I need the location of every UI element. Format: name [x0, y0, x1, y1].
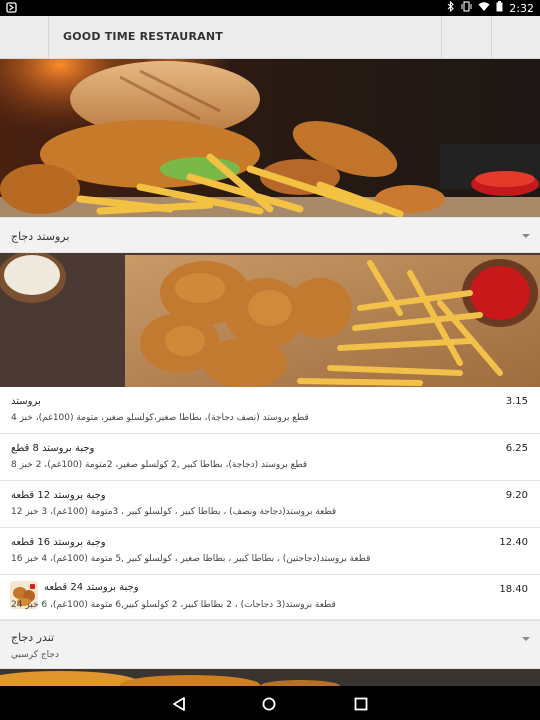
app-title: GOOD TIME RESTAURANT [63, 30, 223, 43]
item-name: وجبة بروستد 8 قطع [11, 443, 95, 454]
chevron-down-icon[interactable] [522, 234, 530, 238]
menu-item[interactable]: بروستد قطع بروستد (نصف دجاجة)، بطاطا صغي… [0, 387, 540, 434]
menu-item[interactable]: وجبة بروستد 8 قطع قطع بروستد (دجاجة)، بط… [0, 434, 540, 481]
app-bar-action-slot[interactable] [492, 16, 540, 59]
item-name: بروستد [11, 396, 41, 407]
status-bar: 2:32 [0, 0, 540, 16]
category-title: بروستد دجاج [11, 230, 70, 243]
item-price: 9.20 [505, 490, 528, 501]
back-icon[interactable] [172, 696, 186, 715]
wifi-icon [478, 1, 490, 15]
chevron-down-icon[interactable] [522, 637, 530, 641]
navigation-bar [0, 686, 540, 720]
app-bar-action-slot[interactable] [442, 16, 491, 59]
item-price: 18.40 [499, 584, 528, 595]
restaurant-hero-image [0, 59, 540, 217]
item-name: وجبة بروستد 12 قطعة [11, 490, 106, 501]
menu-item[interactable]: وجبة بروستد 24 قطعه قطعة بروستد(3 دجاجات… [0, 575, 540, 620]
battery-icon [496, 1, 503, 15]
category-header-broasted[interactable]: بروستد دجاج [0, 217, 540, 253]
item-description: قطعة بروستد(دجاجتين) ، بطاطا كبير ، بطاط… [11, 554, 371, 564]
vibrate-icon [461, 1, 472, 15]
item-name: وجبة بروستد 24 قطعه [44, 582, 139, 593]
app-bar-divider [48, 16, 49, 59]
item-description: قطعة بروستد(دجاجة ونصف) ، بطاطا كبير ، ك… [11, 507, 337, 517]
item-description: قطع بروستد (نصف دجاجة)، بطاطا صغير،كولسل… [11, 413, 309, 423]
item-description: قطعة بروستد(3 دجاجات) ، 2 بطاطا كبير، 2 … [11, 600, 336, 610]
category-image-broasted [0, 253, 540, 387]
item-price: 3.15 [505, 396, 528, 407]
category-image-tender [0, 669, 540, 686]
item-price: 12.40 [499, 537, 528, 548]
item-price: 6.25 [505, 443, 528, 454]
item-name: وجبة بروستد 16 قطعه [11, 537, 106, 548]
app-bar: GOOD TIME RESTAURANT [0, 16, 540, 59]
home-icon[interactable] [262, 696, 276, 715]
recent-apps-icon[interactable] [354, 696, 368, 715]
app-icon [6, 2, 17, 16]
menu-item[interactable]: وجبة بروستد 16 قطعه قطعة بروستد(دجاجتين)… [0, 528, 540, 575]
category-header-tender[interactable]: تندر دجاج دجاج كرسبي [0, 620, 540, 669]
category-title: تندر دجاج [11, 631, 55, 644]
bluetooth-icon [447, 0, 455, 15]
menu-item[interactable]: وجبة بروستد 12 قطعة قطعة بروستد(دجاجة ون… [0, 481, 540, 528]
item-description: قطع بروستد (دجاجة)، بطاطا كبير ,2 كولسلو… [11, 460, 308, 470]
category-subtitle: دجاج كرسبي [11, 650, 59, 660]
clock: 2:32 [509, 1, 534, 15]
